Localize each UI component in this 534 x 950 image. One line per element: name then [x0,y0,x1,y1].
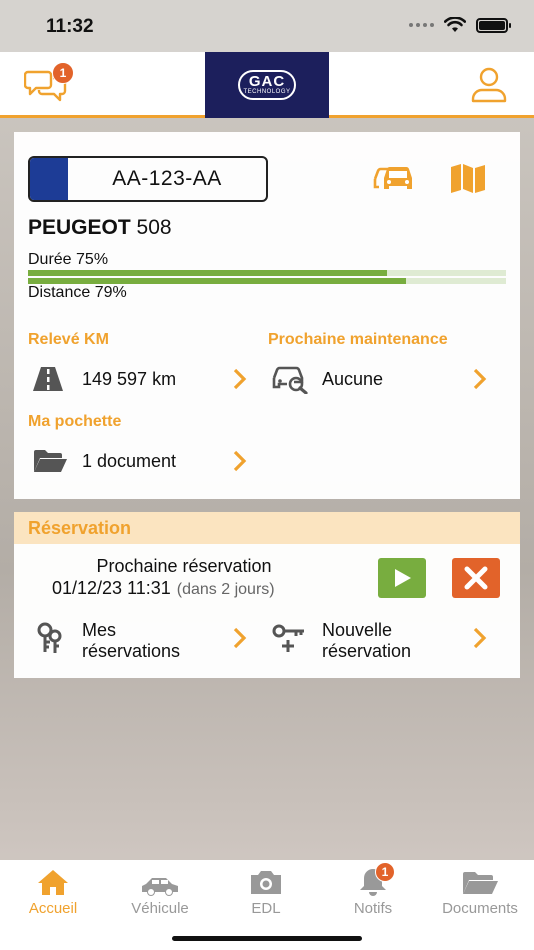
road-icon [33,367,63,391]
profile-button[interactable] [470,66,508,104]
duration-progress-bar [28,270,506,276]
odometer-row[interactable]: 149 597 km [32,362,176,396]
reservation-title: Réservation [28,518,132,538]
notifications-badge: 1 [375,862,395,882]
pouch-chevron-icon[interactable] [232,449,248,473]
distance-label: Distance 79% [28,284,127,301]
new-reservation-line1: Nouvelle [322,620,393,640]
play-icon [395,569,411,587]
map-icon [451,164,485,193]
tab-notifications[interactable]: 1 Notifs [323,862,423,918]
tab-edl-label: EDL [251,900,281,917]
start-reservation-button[interactable] [378,558,426,598]
maintenance-value: Aucune [322,368,384,389]
vehicle-brand: PEUGEOT [28,216,131,239]
map-button[interactable] [446,160,490,196]
gac-logo: GAC TECHNOLOGY [205,52,329,118]
tab-documents[interactable]: Documents [430,866,530,918]
tab-notifications-label: Notifs [353,900,393,917]
vehicles-button[interactable] [372,160,416,196]
odometer-value: 149 597 km [82,368,177,389]
reservation-header: Réservation [14,512,520,544]
status-time: 11:32 [46,16,94,37]
duration-label: Durée 75% [28,251,109,268]
app-header: 1 GAC TECHNOLOGY [0,52,534,118]
user-icon [471,67,507,103]
maintenance-title: Prochaine maintenance [268,331,448,348]
next-reservation-datetime: 01/12/23 11:31 [52,578,171,598]
keys-icon [37,622,62,653]
license-plate: AA-123-AA [28,156,268,202]
chat-button[interactable]: 1 [23,62,74,106]
car-search-icon [272,366,308,394]
status-bar: 11:32 [0,0,534,52]
my-reservations-label: Mes réservations [82,620,180,662]
tab-vehicle-label: Véhicule [131,900,189,917]
next-reservation-date: 01/12/23 11:31 (dans 2 jours) [52,578,275,599]
battery-icon [476,17,511,33]
duration-progress-fill [28,270,387,276]
camera-icon [251,871,281,894]
my-reservations-line2: réservations [82,641,181,661]
signal-icon [409,23,434,27]
tab-home[interactable]: Accueil [3,866,103,918]
key-add-icon [272,624,304,652]
close-icon [464,566,488,590]
my-reservations-chevron-icon [233,627,247,649]
tab-documents-label: Documents [442,900,518,917]
pouch-title: Ma pochette [28,413,122,430]
vehicle-model: 508 [136,216,172,239]
maintenance-chevron-icon[interactable] [472,367,488,391]
reservation-card: Réservation Prochaine réservation 01/12/… [14,512,520,678]
new-reservation-label: Nouvelle réservation [322,620,411,662]
new-reservation-line2: réservation [322,641,412,661]
odometer-title: Relevé KM [28,331,109,348]
odometer-chevron-icon[interactable] [232,367,248,391]
tab-edl[interactable]: EDL [216,866,316,918]
chat-badge: 1 [52,62,74,84]
next-reservation-label: Prochaine réservation [96,556,272,576]
folder-icon [463,872,498,894]
cars-icon [373,166,412,189]
wifi-icon [444,17,466,32]
logo-text: GAC [248,72,286,90]
pouch-value: 1 document [82,450,177,471]
home-indicator [172,936,362,941]
pouch-row[interactable]: 1 document [32,444,176,478]
my-reservations-line1: Mes [82,620,117,640]
next-reservation-relative: (dans 2 jours) [176,581,275,598]
maintenance-row[interactable]: Aucune [272,362,383,396]
home-icon [38,870,68,895]
logo-subtext: TECHNOLOGY [243,88,291,95]
eu-band [30,158,68,200]
status-icons [409,17,511,33]
folder-open-icon [34,450,67,472]
tab-vehicle[interactable]: Véhicule [110,866,210,918]
plate-number: AA-123-AA [112,167,222,190]
vehicle-card: AA-123-AA PEUGEOT 508 Durée 75% Distance… [14,132,520,499]
tab-home-label: Accueil [28,900,78,917]
new-reservation-chevron-icon [473,627,487,649]
cancel-reservation-button[interactable] [452,558,500,598]
vehicle-name: PEUGEOT 508 [28,216,172,240]
car-icon [142,878,178,896]
